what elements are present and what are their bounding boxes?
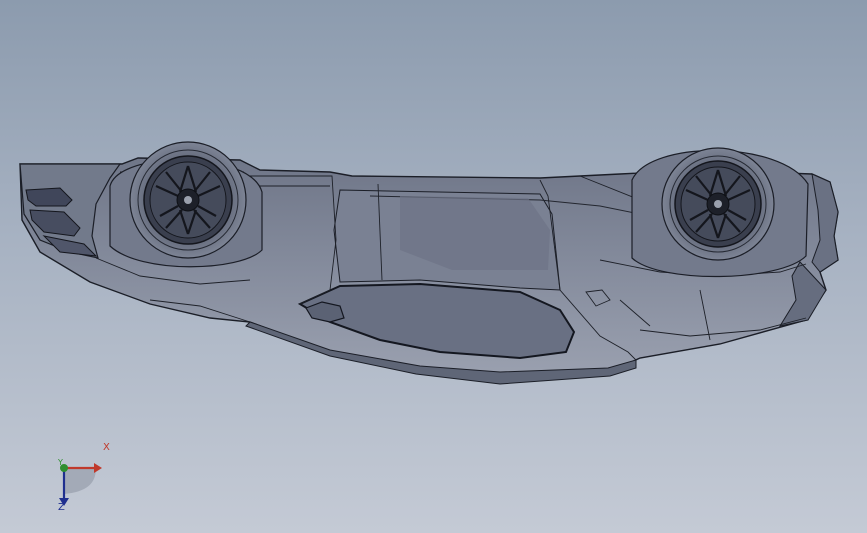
x-axis-label: X — [103, 442, 110, 453]
graphics-viewport[interactable]: X Y Z — [0, 0, 867, 533]
z-axis-label: Z — [58, 502, 65, 513]
front-wheel — [631, 147, 809, 278]
y-axis-label: Y — [58, 458, 63, 467]
car-model[interactable] — [0, 0, 867, 533]
view-orientation-triad[interactable]: X Y Z — [40, 442, 120, 526]
x-axis-arrowhead — [94, 463, 102, 473]
triad-shadow — [64, 468, 96, 494]
